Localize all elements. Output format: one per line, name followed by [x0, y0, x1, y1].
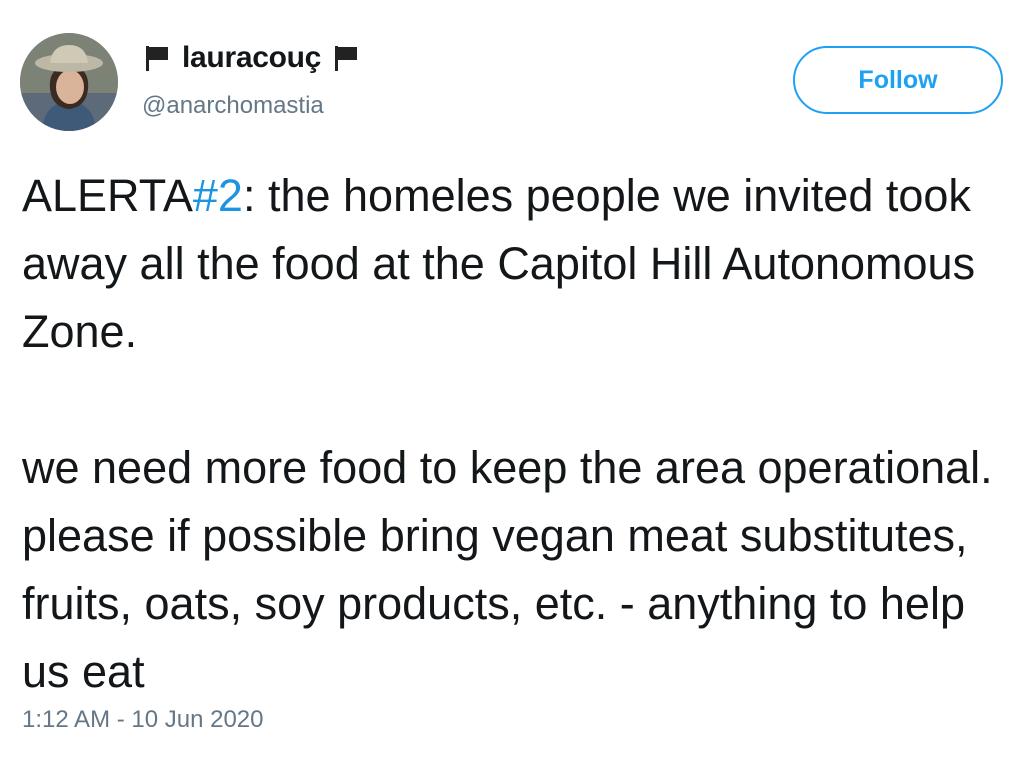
tweet-text-segment: ALERTA — [22, 170, 193, 221]
black-flag-icon — [331, 43, 361, 73]
tweet-card: lauracouç @anarchomastia Follow ALERTA#2… — [0, 0, 1024, 762]
black-flag-icon — [142, 43, 172, 73]
user-avatar[interactable] — [20, 33, 118, 131]
display-name[interactable]: lauracouç — [182, 41, 321, 75]
tweet-timestamp[interactable]: 1:12 AM - 10 Jun 2020 — [22, 706, 264, 734]
tweet-text: ALERTA#2: the homeles people we invited … — [22, 162, 1012, 706]
tweet-paragraph: we need more food to keep the area opera… — [22, 442, 993, 697]
user-name-row[interactable]: lauracouç — [142, 38, 361, 78]
hashtag-link[interactable]: #2 — [193, 170, 243, 221]
tweet-paragraph: ALERTA#2: the homeles people we invited … — [22, 162, 1012, 366]
avatar-photo-icon — [20, 33, 118, 131]
follow-button[interactable]: Follow — [793, 46, 1003, 114]
user-handle[interactable]: @anarchomastia — [142, 92, 324, 120]
